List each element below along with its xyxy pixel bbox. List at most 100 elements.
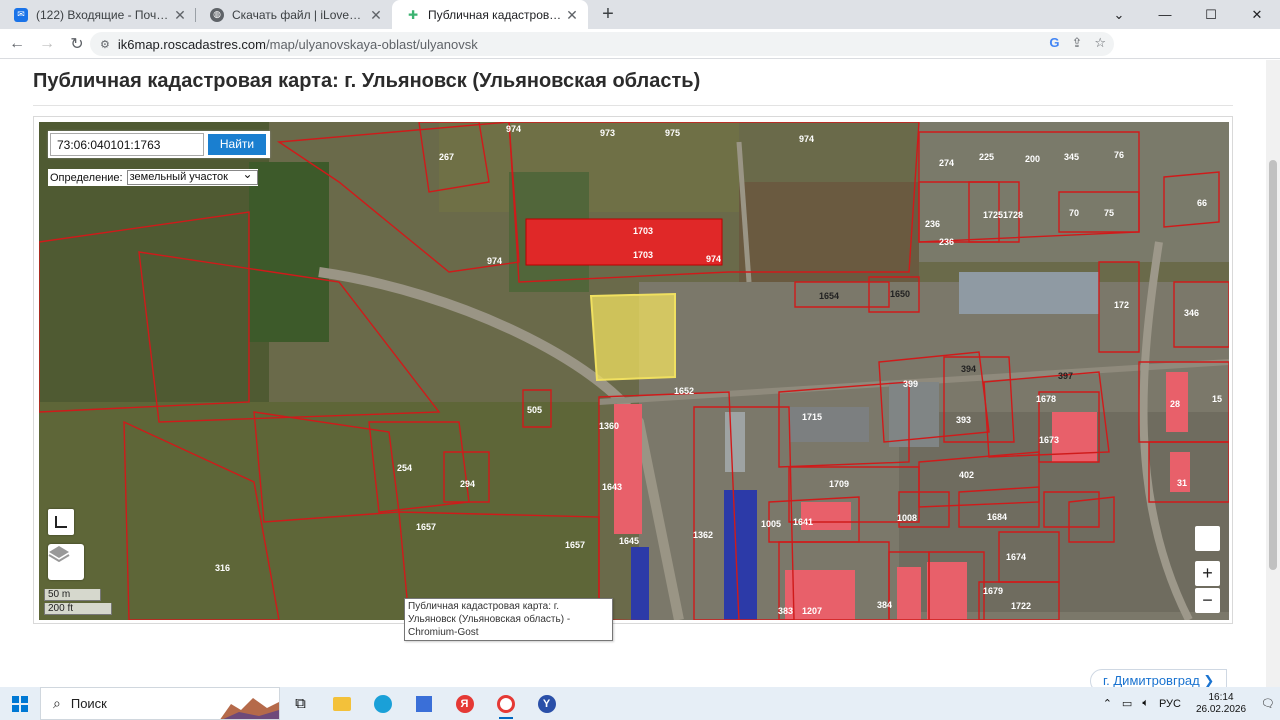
- close-icon[interactable]: ✕: [564, 7, 580, 23]
- browser-toolbar: ← → ↻ ⚙ ik6map.roscadastres.com/map/ulya…: [0, 29, 1280, 81]
- cadastral-map[interactable]: 974 973 975 974 267 274 225 200 345 76 6…: [39, 122, 1229, 620]
- map-label: 236: [925, 219, 941, 229]
- map-label: 505: [527, 405, 543, 415]
- next-city-link[interactable]: г. Димитровград ❯: [1090, 669, 1228, 687]
- map-label: 31: [1177, 478, 1188, 488]
- map-label: 28: [1170, 399, 1181, 409]
- map-label: 70: [1069, 208, 1080, 218]
- url-path: /map/ulyanovskaya-oblast/ulyanovsk: [266, 36, 478, 52]
- map-label: 974: [506, 124, 522, 134]
- next-city-label: г. Димитровград: [1103, 673, 1200, 687]
- definition-select[interactable]: земельный участок: [126, 168, 258, 185]
- new-tab-button[interactable]: +: [594, 1, 622, 29]
- map-label: 75: [1104, 208, 1115, 218]
- clock[interactable]: 16:14 26.02.2026: [1186, 692, 1256, 716]
- zoom-in-button[interactable]: +: [1195, 561, 1220, 586]
- map-label: 1650: [890, 289, 911, 299]
- map-label: 1643: [602, 482, 623, 492]
- cadastral-number-input[interactable]: 73:06:040101:1763: [50, 133, 204, 156]
- map-label: 399: [903, 379, 919, 389]
- find-button[interactable]: Найти: [208, 134, 266, 155]
- map-label: 1360: [599, 421, 620, 431]
- task-view-icon[interactable]: ⧉: [280, 687, 321, 720]
- map-label: 172: [1114, 300, 1130, 310]
- window-controls: ⌄ — ☐ ✕: [1096, 0, 1280, 29]
- map-label: 15: [1212, 394, 1223, 404]
- chromium-gost-icon[interactable]: [485, 687, 526, 720]
- page-content: Публичная кадастровая карта: г. Ульяновс…: [0, 60, 1266, 687]
- store-icon[interactable]: [403, 687, 444, 720]
- tab-cadastral-map[interactable]: ✚ Публичная кадастровая карта: г. Ульяно…: [392, 0, 588, 29]
- close-icon[interactable]: ✕: [368, 7, 384, 23]
- taskbar-search[interactable]: ⌕ Поиск: [40, 687, 280, 720]
- search-icon: ⌕: [53, 695, 61, 711]
- windows-logo-icon: [12, 695, 28, 712]
- map-label: 1673: [1039, 435, 1060, 445]
- map-label: 1657: [416, 522, 437, 532]
- close-icon[interactable]: ✕: [172, 7, 188, 23]
- start-button[interactable]: [0, 687, 40, 720]
- address-bar[interactable]: ⚙ ik6map.roscadastres.com/map/ulyanovska…: [90, 32, 1114, 56]
- minimize-icon[interactable]: —: [1142, 0, 1188, 29]
- map-label: 274: [939, 158, 955, 168]
- chevron-down-icon[interactable]: ⌄: [1096, 0, 1142, 29]
- system-tray: ⌃ ▭ 🔈︎ РУС 16:14 26.02.2026 🗨︎: [1098, 687, 1280, 720]
- page-scrollbar[interactable]: [1266, 60, 1280, 687]
- map-label: 1709: [829, 479, 850, 489]
- map-label: 1207: [802, 606, 823, 616]
- reload-icon[interactable]: ↻: [64, 31, 90, 57]
- notification-icon[interactable]: 🗨︎: [1256, 697, 1280, 710]
- forward-arrow-icon[interactable]: →: [34, 31, 60, 57]
- map-label: 1715: [802, 412, 823, 422]
- page-title: Публичная кадастровая карта: г. Ульяновс…: [33, 70, 701, 92]
- divider: [33, 105, 1233, 106]
- time: 16:14: [1208, 691, 1234, 703]
- map-label: 1008: [897, 513, 918, 523]
- tab-ilovepdf[interactable]: ◍ Скачать файл | iLovePDF ✕: [196, 0, 392, 29]
- map-label: 1728: [1003, 210, 1024, 220]
- map-label: 1362: [693, 530, 714, 540]
- globe-icon: ◍: [210, 7, 224, 22]
- map-label: 294: [460, 479, 476, 489]
- network-icon[interactable]: ▭: [1117, 697, 1137, 710]
- map-label: 1684: [987, 512, 1008, 522]
- map-label: 383: [778, 606, 794, 616]
- yandex-browser-icon[interactable]: Я: [444, 687, 485, 720]
- zoom-out-button[interactable]: −: [1195, 588, 1220, 613]
- maximize-icon[interactable]: ☐: [1188, 0, 1234, 29]
- blank-control-button[interactable]: [1195, 526, 1220, 551]
- back-arrow-icon[interactable]: ←: [4, 31, 30, 57]
- date: 26.02.2026: [1195, 703, 1247, 715]
- pkk-icon: ✚: [406, 7, 420, 22]
- map-label: 76: [1114, 150, 1125, 160]
- map-label: 1652: [674, 386, 695, 396]
- close-window-icon[interactable]: ✕: [1234, 0, 1280, 29]
- map-label: 973: [600, 128, 616, 138]
- map-labels: 974 973 975 974 267 274 225 200 345 76 6…: [39, 122, 1229, 620]
- tab-mail[interactable]: ✉ (122) Входящие - Почта Mail ✕: [0, 0, 196, 29]
- fullscreen-button[interactable]: [48, 509, 74, 535]
- share-icon[interactable]: ⇪: [1071, 35, 1082, 51]
- map-label: 267: [439, 152, 455, 162]
- tab-title: Публичная кадастровая карта: г. Ульяновс…: [428, 7, 564, 22]
- file-explorer-icon[interactable]: [321, 687, 362, 720]
- definition-row: Определение: земельный участок: [48, 168, 258, 186]
- chevron-up-icon[interactable]: ⌃: [1098, 697, 1117, 710]
- volume-icon[interactable]: 🔈︎: [1137, 697, 1154, 710]
- site-info-icon[interactable]: ⚙: [100, 38, 110, 51]
- map-label: 236: [939, 237, 955, 247]
- language-indicator[interactable]: РУС: [1154, 698, 1186, 710]
- map-label: 975: [665, 128, 681, 138]
- scale-metric: 50 m: [44, 589, 101, 601]
- scrollbar-thumb[interactable]: [1269, 160, 1277, 570]
- square-icon: [55, 516, 67, 528]
- scale-imperial: 200 ft: [44, 603, 112, 615]
- google-lens-icon[interactable]: G: [1049, 35, 1059, 51]
- windows-taskbar: ⌕ Поиск ⧉ Я Y ⌃ ▭ 🔈︎ РУС 16:14 26.02.202…: [0, 687, 1280, 720]
- bookmark-star-icon[interactable]: ☆: [1094, 35, 1106, 51]
- edge-browser-icon[interactable]: [362, 687, 403, 720]
- definition-label: Определение:: [50, 171, 123, 184]
- map-label: 225: [979, 152, 995, 162]
- layers-button[interactable]: [48, 544, 84, 580]
- yandex-app-icon[interactable]: Y: [526, 687, 567, 720]
